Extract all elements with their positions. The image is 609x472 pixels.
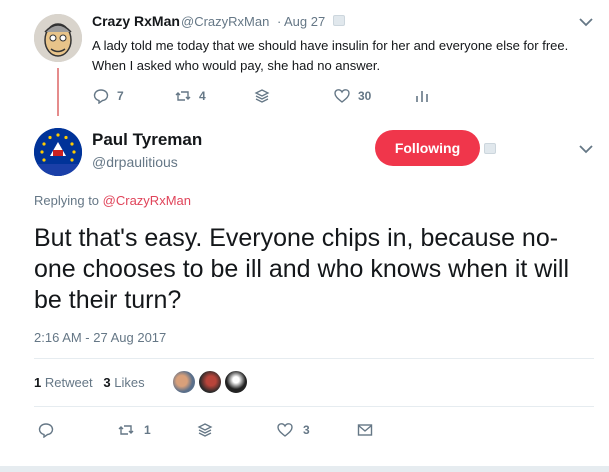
- likers-avatars: [172, 370, 250, 394]
- main-tweet-text: But that's easy. Everyone chips in, beca…: [34, 224, 570, 314]
- retweet-icon: [118, 425, 134, 435]
- parent-separator: ·: [277, 14, 282, 29]
- retweets-stat[interactable]: 1 Retweet: [34, 375, 93, 390]
- parent-stack-button[interactable]: [254, 88, 270, 104]
- likes-label: Likes: [114, 375, 145, 390]
- reply-button[interactable]: [38, 422, 54, 438]
- chevron-down-icon[interactable]: [579, 144, 593, 154]
- heart-icon: [277, 423, 293, 437]
- parent-author-handle[interactable]: @CrazyRxMan: [181, 14, 269, 29]
- divider: [34, 406, 594, 407]
- parent-tweet-text: A lady told me today that we should have…: [92, 38, 569, 73]
- reply-icon: [93, 89, 109, 104]
- divider: [34, 358, 594, 359]
- badge-icon: [484, 143, 496, 154]
- main-author-handle[interactable]: @drpaulitious: [92, 154, 178, 170]
- engagement-stats: 1 Retweet 3 Likes: [34, 375, 145, 390]
- parent-like-button[interactable]: 30: [334, 88, 371, 104]
- parent-reply-count: 7: [117, 89, 124, 103]
- liker-avatar[interactable]: [224, 370, 248, 394]
- retweet-button[interactable]: 1: [118, 422, 151, 438]
- likes-count: 3: [103, 375, 111, 390]
- parent-retweet-count: 4: [199, 89, 206, 103]
- parent-reply-button[interactable]: 7: [93, 88, 124, 104]
- stack-icon: [254, 89, 270, 103]
- stack-button[interactable]: [197, 422, 213, 438]
- bottom-separator: [0, 466, 609, 472]
- badge-icon: [333, 15, 345, 26]
- following-button[interactable]: Following: [375, 130, 480, 166]
- retweets-label: Retweet: [44, 375, 93, 390]
- replying-to: Replying to @CrazyRxMan: [34, 193, 191, 208]
- parent-retweet-button[interactable]: 4: [175, 88, 206, 104]
- parent-analytics-button[interactable]: [414, 88, 430, 104]
- liker-avatar[interactable]: [198, 370, 222, 394]
- thread-connector: [57, 68, 59, 116]
- likes-stat[interactable]: 3 Likes: [103, 375, 144, 390]
- retweet-count: 1: [144, 423, 151, 437]
- like-count: 3: [303, 423, 310, 437]
- heart-icon: [334, 89, 350, 103]
- parent-timestamp[interactable]: Aug 27: [284, 14, 325, 29]
- main-timestamp[interactable]: 2:16 AM - 27 Aug 2017: [34, 330, 166, 345]
- parent-avatar[interactable]: [34, 14, 82, 62]
- envelope-icon: [357, 424, 373, 436]
- retweets-count: 1: [34, 375, 42, 390]
- main-author-name[interactable]: Paul Tyreman: [92, 130, 202, 150]
- parent-like-count: 30: [358, 89, 372, 103]
- retweet-icon: [175, 91, 191, 101]
- analytics-icon: [416, 91, 428, 102]
- liker-avatar[interactable]: [172, 370, 196, 394]
- reply-icon: [38, 423, 54, 438]
- replying-prefix: Replying to: [34, 193, 103, 208]
- parent-author-name[interactable]: Crazy RxMan: [92, 13, 180, 29]
- like-button[interactable]: 3: [277, 422, 310, 438]
- main-avatar[interactable]: [34, 128, 82, 176]
- replying-handle-link[interactable]: @CrazyRxMan: [103, 193, 191, 208]
- stack-icon: [197, 423, 213, 437]
- chevron-down-icon[interactable]: [579, 17, 593, 27]
- message-button[interactable]: [357, 422, 373, 438]
